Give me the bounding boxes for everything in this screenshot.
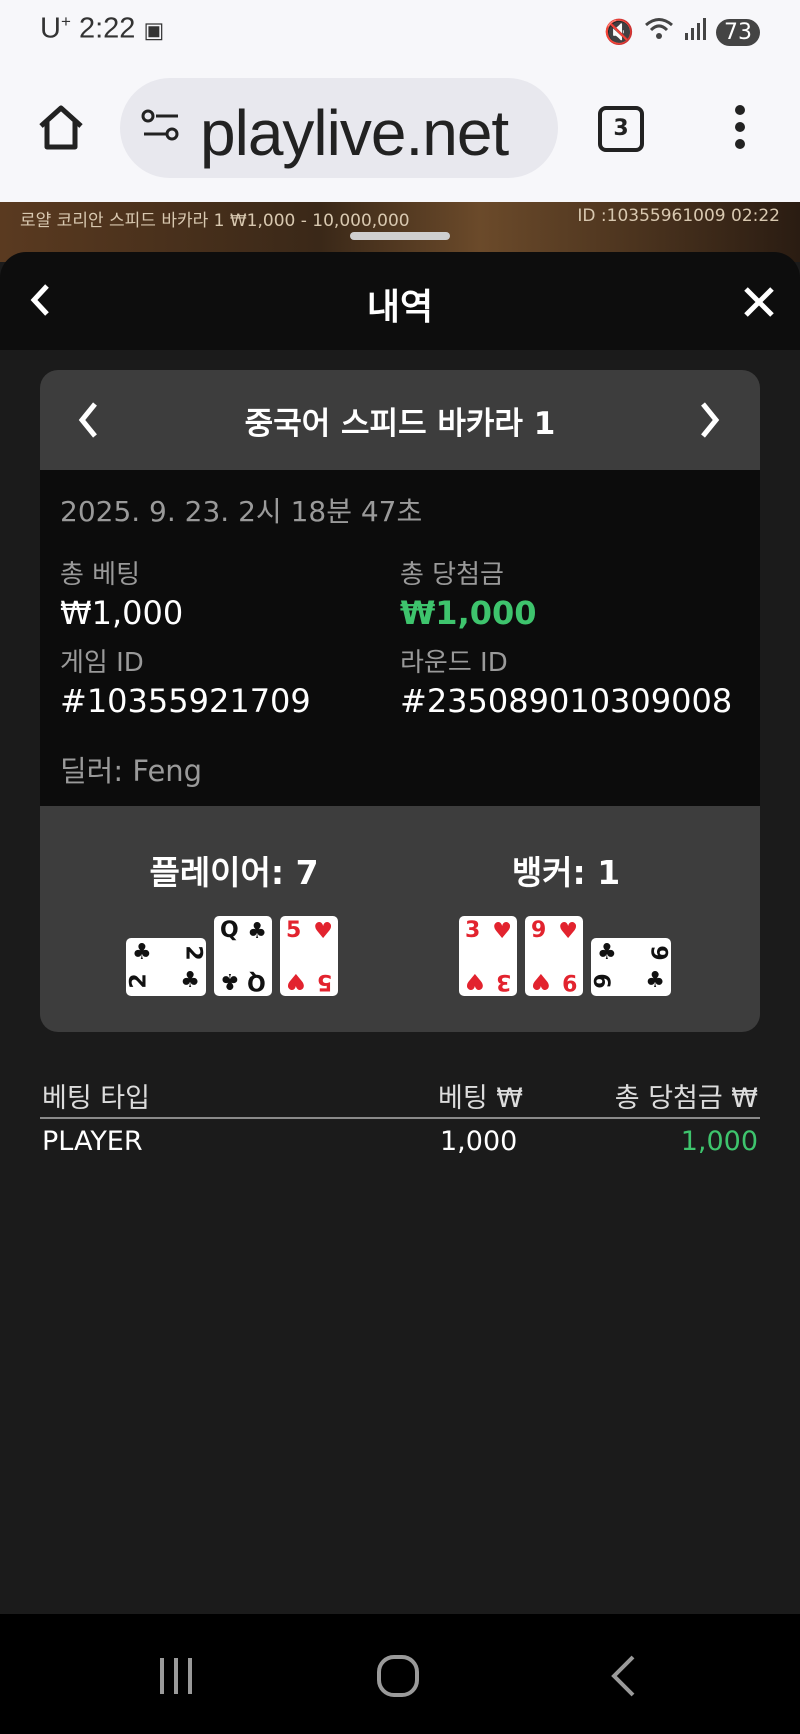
card-rank: 9 xyxy=(591,973,617,989)
card-suit: ♣ xyxy=(597,940,617,965)
card-suit: ♣ xyxy=(220,968,240,993)
playing-card: 5 ♥ ♥ 5 xyxy=(280,916,338,996)
recents-icon[interactable] xyxy=(156,1656,196,1700)
card-rank: 3 xyxy=(495,969,511,994)
col-bet-amount: 베팅 ₩ xyxy=(438,1083,523,1114)
col-total-win: 총 당첨금 ₩ xyxy=(614,1083,758,1114)
hands-panel xyxy=(40,806,760,1032)
col-bet-type: 베팅 타입 xyxy=(42,1083,150,1114)
card-rank: Q xyxy=(220,918,239,943)
card-suit: ♥ xyxy=(313,919,333,944)
wifi-icon xyxy=(644,16,674,48)
card-suit: ♥ xyxy=(465,968,485,993)
round-id-value: #235089010309008 xyxy=(400,682,733,720)
table-info-text: 로얄 코리안 스피드 바카라 1 ₩1,000 - 10,000,000 xyxy=(20,211,410,231)
carrier-label: U xyxy=(40,12,61,45)
game-name: 중국어 스피드 바카라 1 xyxy=(244,406,556,442)
card-rank: Q xyxy=(247,969,266,994)
card-rank: 9 xyxy=(531,918,547,943)
card-rank: 2 xyxy=(180,945,206,961)
row-bet-type: PLAYER xyxy=(42,1126,143,1157)
url-text[interactable]: playlive.net xyxy=(200,96,509,170)
card-suit: ♣ xyxy=(645,968,665,993)
site-settings-icon[interactable] xyxy=(140,108,182,146)
home-nav-icon[interactable] xyxy=(376,1654,420,1702)
back-nav-icon[interactable] xyxy=(608,1654,638,1702)
battery-icon: 73 xyxy=(716,18,760,46)
status-icons: 🔇 73 xyxy=(604,16,760,48)
total-bet-label: 총 베팅 xyxy=(60,560,141,590)
clock: 2:22 xyxy=(78,12,136,45)
signal-icon xyxy=(684,17,706,47)
playing-card: 3 ♥ ♥ 3 xyxy=(459,916,517,996)
card-suit: ♥ xyxy=(492,919,512,944)
mute-icon: 🔇 xyxy=(604,18,634,46)
card-rank: 3 xyxy=(465,918,481,943)
game-id-text: ID :10355961009 02:22 xyxy=(577,206,780,226)
round-datetime: 2025. 9. 23. 2시 18분 47초 xyxy=(60,495,423,528)
card-suit: ♣ xyxy=(132,940,152,965)
banker-hand-title: 뱅커: 1 xyxy=(511,853,621,892)
sheet-handle[interactable] xyxy=(350,232,450,240)
card-rank: 9 xyxy=(561,969,577,994)
next-game-icon[interactable] xyxy=(698,400,722,444)
card-rank: 9 xyxy=(645,945,671,961)
card-suit: ♣ xyxy=(180,968,200,993)
more-menu-icon[interactable] xyxy=(734,104,746,154)
card-rank: 5 xyxy=(286,918,302,943)
total-win-label: 총 당첨금 xyxy=(400,560,504,590)
card-suit: ♣ xyxy=(247,919,267,944)
game-id-label: 게임 ID xyxy=(60,648,144,678)
row-total-win: 1,000 xyxy=(680,1126,758,1157)
playing-card: 9 ♣ 9 ♣ xyxy=(591,938,671,996)
browser-toolbar: playlive.net 3 xyxy=(0,62,800,203)
carrier-sup: + xyxy=(60,12,71,31)
player-hand-title: 플레이어: 7 xyxy=(149,853,319,892)
close-icon[interactable] xyxy=(742,284,776,328)
tabs-icon[interactable]: 3 xyxy=(598,106,644,152)
playing-card: 9 ♥ ♥ 9 xyxy=(525,916,583,996)
round-id-label: 라운드 ID xyxy=(400,648,508,678)
status-time: U+ 2:22 ▣ xyxy=(40,12,164,46)
total-win-value: ₩1,000 xyxy=(400,594,537,632)
address-bar[interactable]: playlive.net xyxy=(120,78,558,178)
dealer-name: 딜러: Feng xyxy=(60,754,203,788)
row-bet-amount: 1,000 xyxy=(440,1126,518,1157)
card-rank: 2 xyxy=(126,973,152,989)
game-id-value: #10355921709 xyxy=(60,682,311,720)
total-bet-value: ₩1,000 xyxy=(60,594,184,632)
card-suit: ♥ xyxy=(531,968,551,993)
table-divider xyxy=(40,1117,760,1119)
playing-card: Q ♣ ♣ Q xyxy=(214,916,272,996)
home-icon[interactable] xyxy=(36,102,86,156)
playing-card: 2 ♣ 2 ♣ xyxy=(126,938,206,996)
card-rank: 5 xyxy=(316,969,332,994)
modal-title: 내역 xyxy=(366,287,434,328)
card-suit: ♥ xyxy=(286,968,306,993)
card-suit: ♥ xyxy=(558,919,578,944)
screenshot-icon: ▣ xyxy=(143,17,165,43)
